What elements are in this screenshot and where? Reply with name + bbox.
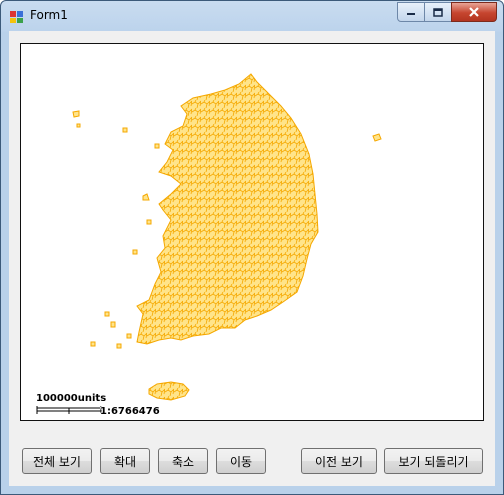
form-window: Form1 100000units 1:6766476 전체 보기 확대 축소 … xyxy=(0,0,504,495)
scale-ratio-label: 1:6766476 xyxy=(100,406,160,417)
pan-button[interactable]: 이동 xyxy=(216,448,266,474)
map-scale-bar xyxy=(36,406,102,414)
maximize-button[interactable] xyxy=(424,2,452,22)
maximize-icon xyxy=(433,7,443,17)
ulleung-shape xyxy=(372,133,382,142)
zoom-in-button[interactable]: 확대 xyxy=(100,448,150,474)
caption-buttons xyxy=(397,2,497,22)
close-button[interactable] xyxy=(451,2,497,22)
window-title: Form1 xyxy=(30,8,68,22)
full-view-button[interactable]: 전체 보기 xyxy=(22,448,92,474)
map-control[interactable]: 100000units 1:6766476 xyxy=(20,43,484,421)
korea-map xyxy=(36,73,382,414)
map-boundaries xyxy=(137,74,318,400)
title-bar[interactable]: Form1 xyxy=(1,1,503,31)
previous-view-button[interactable]: 이전 보기 xyxy=(301,448,377,474)
restore-view-button[interactable]: 보기 되돌리기 xyxy=(384,448,483,474)
zoom-out-button[interactable]: 축소 xyxy=(158,448,208,474)
minimize-button[interactable] xyxy=(397,2,425,22)
scale-units-label: 100000units xyxy=(36,393,107,404)
minimize-icon xyxy=(407,13,415,15)
app-icon xyxy=(10,11,23,23)
form-client-area: 100000units 1:6766476 전체 보기 확대 축소 이동 이전 … xyxy=(9,31,495,486)
close-icon xyxy=(469,7,479,17)
